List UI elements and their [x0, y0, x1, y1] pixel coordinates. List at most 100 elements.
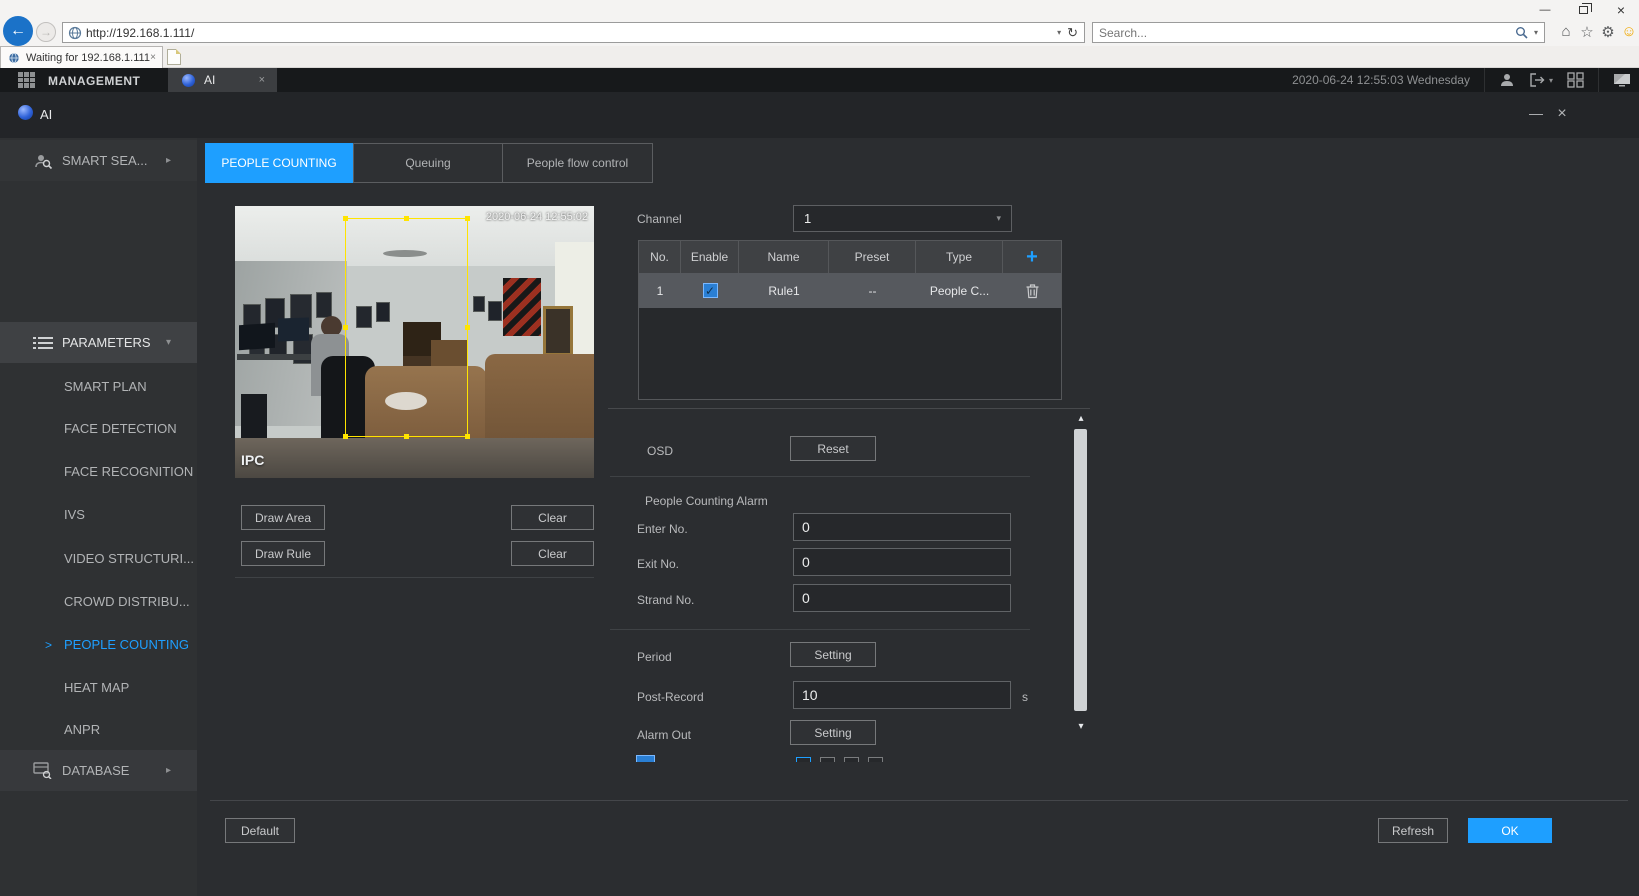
rule-enable-checkbox[interactable]: ✓: [703, 283, 718, 298]
close-icon: ×: [1617, 2, 1625, 18]
post-record-label: Post-Record: [637, 690, 704, 704]
scene-monitor-left: [239, 323, 275, 351]
url-input[interactable]: [82, 26, 1057, 40]
period-setting-button[interactable]: Setting: [790, 642, 876, 667]
sidebar-item-smart-search[interactable]: SMART SEA... ▸: [0, 140, 197, 181]
delete-rule-trash-icon[interactable]: [1025, 283, 1040, 299]
table-row[interactable]: 1 ✓ Rule1 -- People C...: [639, 273, 1061, 308]
rule-handle[interactable]: [343, 325, 348, 330]
draw-area-button[interactable]: Draw Area: [241, 505, 325, 530]
scrollbar-thumb[interactable]: [1074, 429, 1087, 711]
scroll-up-icon[interactable]: ▴: [1073, 411, 1089, 427]
channel-select[interactable]: 1 ▾: [793, 205, 1012, 232]
apps-grid-icon[interactable]: [18, 72, 35, 88]
browser-minimize-button[interactable]: —: [1528, 0, 1562, 20]
management-tab-ai[interactable]: AI ×: [168, 68, 277, 92]
forward-button[interactable]: →: [36, 22, 56, 42]
sidebar-item-anpr[interactable]: ANPR: [0, 709, 197, 750]
col-name: Name: [739, 241, 829, 273]
rule-handle[interactable]: [404, 434, 409, 439]
url-bar[interactable]: ▾ ↻: [62, 22, 1085, 43]
refresh-button[interactable]: Refresh: [1378, 818, 1448, 843]
search-box[interactable]: ▾: [1092, 22, 1545, 43]
sidebar-item-face-recognition[interactable]: FACE RECOGNITION: [0, 451, 197, 492]
search-caret-icon[interactable]: ▾: [1534, 28, 1538, 37]
post-record-input[interactable]: [793, 681, 1011, 709]
strand-no-label: Strand No.: [637, 593, 694, 607]
sidebar-item-crowd-distribution[interactable]: CROWD DISTRIBU...: [0, 581, 197, 622]
strand-no-input[interactable]: [793, 584, 1011, 612]
datetime-text: 2020-06-24 12:55:03 Wednesday: [1292, 73, 1470, 87]
rule-handle[interactable]: [404, 216, 409, 221]
video-preview[interactable]: 2020-06-24 12:55:02 IPC: [235, 206, 594, 478]
scene-striped-poster: [503, 278, 541, 336]
browser-tab[interactable]: Waiting for 192.168.1.111 ×: [0, 46, 163, 68]
counting-rule-rectangle[interactable]: [345, 218, 468, 437]
sidebar-item-people-counting[interactable]: > PEOPLE COUNTING: [0, 624, 197, 665]
rule-handle[interactable]: [465, 434, 470, 439]
rule-handle[interactable]: [343, 216, 348, 221]
user-icon[interactable]: [1499, 72, 1515, 88]
scroll-down-icon[interactable]: ▾: [1073, 719, 1089, 735]
new-tab-button[interactable]: [167, 49, 181, 65]
tab-people-counting[interactable]: PEOPLE COUNTING: [205, 143, 353, 183]
expand-right-icon: ▸: [166, 765, 171, 776]
sidebar-item-database[interactable]: DATABASE ▸: [0, 750, 197, 791]
period-label: Period: [637, 650, 672, 664]
rule-table-header: No. Enable Name Preset Type +: [639, 241, 1061, 273]
sidebar-item-label: IVS: [64, 507, 85, 522]
clipped-option-box[interactable]: [796, 757, 811, 762]
tab-close-icon[interactable]: ×: [150, 52, 156, 63]
alarm-out-label: Alarm Out: [637, 728, 691, 742]
search-input[interactable]: [1093, 26, 1515, 40]
scrollbar[interactable]: ▴ ▾: [1073, 411, 1089, 741]
back-button[interactable]: ←: [3, 16, 33, 46]
logout-icon[interactable]: ▾: [1529, 72, 1553, 88]
tab-label: Queuing: [405, 156, 450, 170]
refresh-page-icon[interactable]: ↻: [1067, 25, 1078, 41]
qr-code-icon[interactable]: [1567, 72, 1584, 88]
search-icon[interactable]: [1515, 26, 1528, 39]
add-rule-button[interactable]: +: [1026, 246, 1038, 269]
browser-close-button[interactable]: ×: [1604, 0, 1638, 20]
osd-reset-button[interactable]: Reset: [790, 436, 876, 461]
enter-no-input[interactable]: [793, 513, 1011, 541]
management-tab-close-icon[interactable]: ×: [259, 74, 265, 86]
favorites-star-icon[interactable]: ☆: [1577, 23, 1597, 41]
rule-type: People C...: [916, 273, 1003, 308]
sidebar-item-parameters[interactable]: PARAMETERS ▾: [0, 322, 197, 363]
sidebar-item-label: FACE DETECTION: [64, 421, 177, 436]
management-bar: MANAGEMENT AI × 2020-06-24 12:55:03 Wedn…: [0, 68, 1639, 92]
clear-rule-button[interactable]: Clear: [511, 541, 594, 566]
smiley-feedback-icon[interactable]: ☺: [1619, 23, 1639, 40]
tab-people-flow-control[interactable]: People flow control: [502, 143, 653, 183]
scene-frame: [473, 296, 485, 312]
rule-handle[interactable]: [465, 325, 470, 330]
browser-restore-button[interactable]: [1566, 0, 1600, 20]
draw-rule-button[interactable]: Draw Rule: [241, 541, 325, 566]
clipped-option-box[interactable]: [868, 757, 883, 762]
sidebar-item-ivs[interactable]: IVS: [0, 494, 197, 535]
ai-close-button[interactable]: ×: [1552, 105, 1572, 123]
rule-handle[interactable]: [465, 216, 470, 221]
rule-handle[interactable]: [343, 434, 348, 439]
ok-button[interactable]: OK: [1468, 818, 1552, 843]
settings-gear-icon[interactable]: ⚙: [1598, 23, 1618, 41]
management-label[interactable]: MANAGEMENT: [48, 74, 140, 88]
tab-queuing[interactable]: Queuing: [353, 143, 503, 183]
display-monitor-icon[interactable]: [1613, 72, 1631, 88]
sidebar-item-smart-plan[interactable]: SMART PLAN: [0, 366, 197, 407]
home-icon[interactable]: ⌂: [1556, 23, 1576, 40]
clear-area-button[interactable]: Clear: [511, 505, 594, 530]
url-dropdown-caret-icon[interactable]: ▾: [1057, 28, 1061, 37]
exit-no-input[interactable]: [793, 548, 1011, 576]
sidebar-item-heat-map[interactable]: HEAT MAP: [0, 667, 197, 708]
clipped-option-box[interactable]: [844, 757, 859, 762]
sidebar-item-face-detection[interactable]: FACE DETECTION: [0, 408, 197, 449]
alarm-out-setting-button[interactable]: Setting: [790, 720, 876, 745]
sidebar-item-video-structuring[interactable]: VIDEO STRUCTURI...: [0, 538, 197, 579]
default-button[interactable]: Default: [225, 818, 295, 843]
clipped-checkbox[interactable]: [636, 755, 655, 762]
clipped-option-box[interactable]: [820, 757, 835, 762]
ai-minimize-button[interactable]: —: [1526, 105, 1546, 121]
